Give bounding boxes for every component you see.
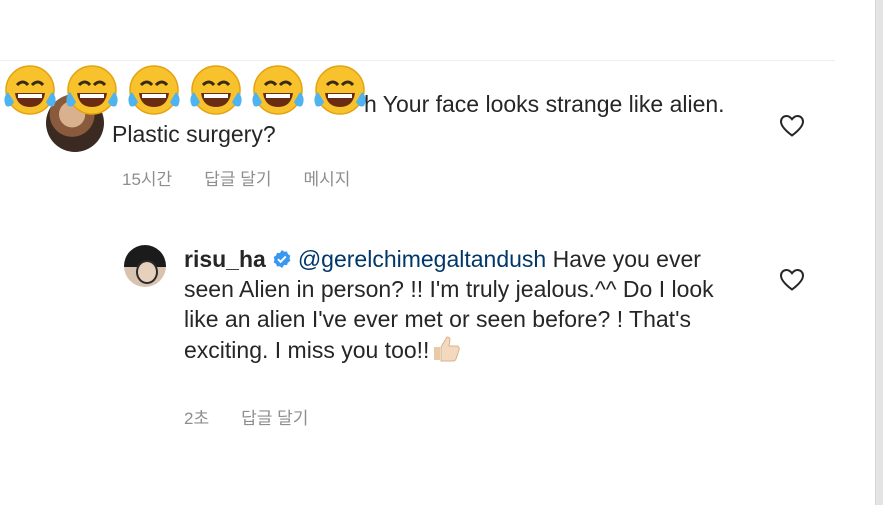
reply-button[interactable]: 답글 달기 <box>204 165 271 190</box>
heart-icon[interactable] <box>779 268 805 292</box>
laughing-crying-emoji <box>124 62 184 118</box>
laughing-crying-emoji <box>248 62 308 118</box>
reply-time: 2초 <box>184 409 210 428</box>
thumbs-up-emoji <box>434 336 461 362</box>
reply-button-2[interactable]: 답글 달기 <box>241 404 308 429</box>
verified-badge-icon <box>273 250 291 268</box>
heart-icon[interactable] <box>779 114 805 138</box>
message-button[interactable]: 메시지 <box>304 165 351 190</box>
top-divider <box>0 60 835 61</box>
reply-avatar[interactable] <box>124 245 166 287</box>
emoji-overlay <box>0 62 380 120</box>
laughing-crying-emoji <box>62 62 122 118</box>
window-edge <box>875 0 883 505</box>
reply-text: risu_ha @gerelchimegaltandush Have you ev… <box>184 244 744 365</box>
comment-time: 15시간 <box>122 170 173 189</box>
reply-username[interactable]: risu_ha <box>184 246 266 272</box>
mention-link[interactable]: @gerelchimegaltandush <box>298 246 546 272</box>
comment-meta: 15시간 답글 달기 메시지 <box>122 165 350 190</box>
laughing-crying-emoji <box>0 62 60 118</box>
reply-meta: 2초 답글 달기 <box>184 404 308 429</box>
laughing-crying-emoji <box>310 62 370 118</box>
laughing-crying-emoji <box>186 62 246 118</box>
